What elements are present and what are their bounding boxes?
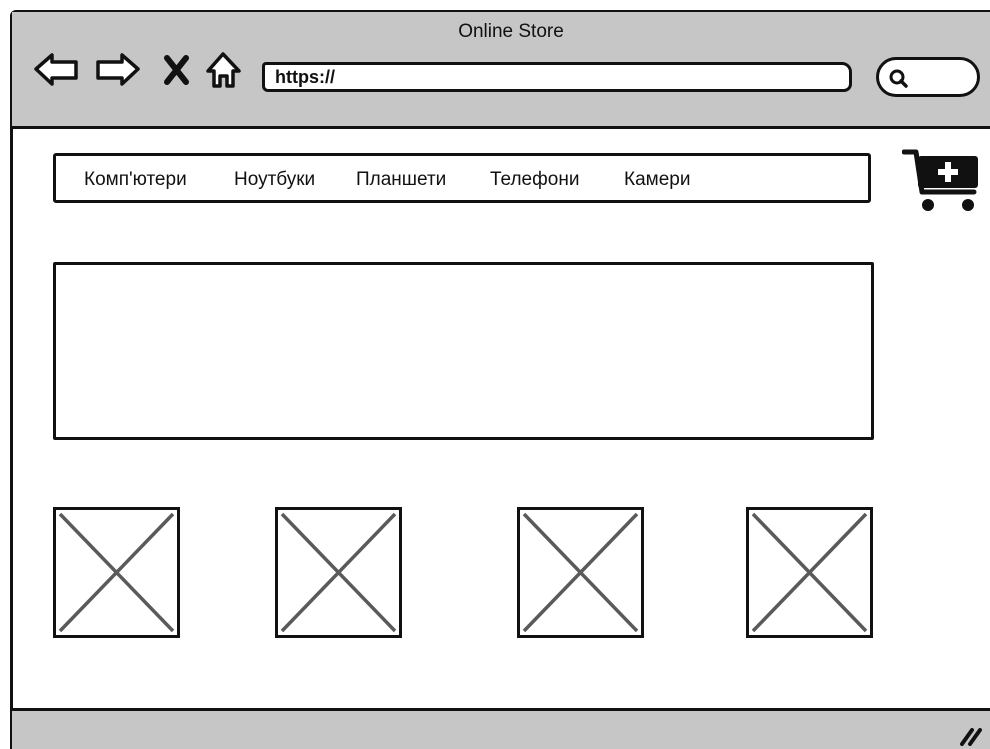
image-placeholder-icon bbox=[522, 512, 639, 633]
status-bar bbox=[12, 708, 990, 749]
product-image-placeholder-2[interactable] bbox=[275, 507, 402, 638]
search-field[interactable] bbox=[876, 57, 980, 97]
menu-item-tablets[interactable]: Планшети bbox=[356, 169, 446, 191]
resize-grip-icon[interactable] bbox=[958, 722, 986, 749]
close-x-icon[interactable] bbox=[162, 50, 202, 90]
menu-item-cameras[interactable]: Камери bbox=[624, 169, 690, 191]
cart-add-icon[interactable] bbox=[901, 148, 980, 219]
hero-banner bbox=[53, 262, 874, 440]
menu-item-laptops[interactable]: Ноутбуки bbox=[234, 169, 315, 191]
forward-arrow-icon[interactable] bbox=[94, 50, 140, 90]
address-bar[interactable]: https:// bbox=[262, 62, 852, 92]
category-menu: Комп'ютери Ноутбуки Планшети Телефони Ка… bbox=[53, 153, 871, 203]
image-placeholder-icon bbox=[751, 512, 868, 633]
image-placeholder-icon bbox=[58, 512, 175, 633]
browser-window: Online Store https:// Комп'ютери Ноутбук… bbox=[0, 0, 990, 749]
back-arrow-icon[interactable] bbox=[32, 50, 78, 90]
product-image-placeholder-3[interactable] bbox=[517, 507, 644, 638]
product-image-placeholder-1[interactable] bbox=[53, 507, 180, 638]
menu-item-computers[interactable]: Комп'ютери bbox=[84, 169, 187, 191]
home-icon[interactable] bbox=[204, 50, 244, 90]
menu-item-phones[interactable]: Телефони bbox=[490, 169, 579, 191]
product-image-placeholder-4[interactable] bbox=[746, 507, 873, 638]
window-title: Online Store bbox=[458, 21, 564, 42]
search-icon bbox=[889, 69, 908, 88]
image-placeholder-icon bbox=[280, 512, 397, 633]
